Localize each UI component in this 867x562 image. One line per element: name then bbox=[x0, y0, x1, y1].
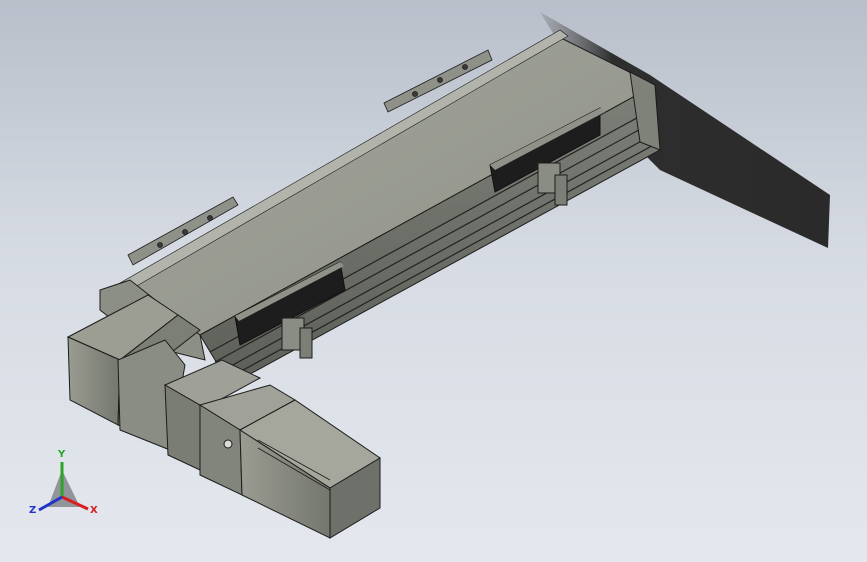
model-scene[interactable] bbox=[0, 0, 867, 562]
coordinate-triad bbox=[38, 462, 89, 512]
flange-hole bbox=[223, 439, 233, 449]
triad-z-label: Z bbox=[29, 505, 37, 516]
graphics-viewport[interactable]: Y X Z bbox=[0, 0, 867, 562]
triad-y-label: Y bbox=[58, 449, 66, 460]
motor-secondary[interactable] bbox=[239, 399, 381, 539]
triad-x-label: X bbox=[90, 505, 98, 516]
